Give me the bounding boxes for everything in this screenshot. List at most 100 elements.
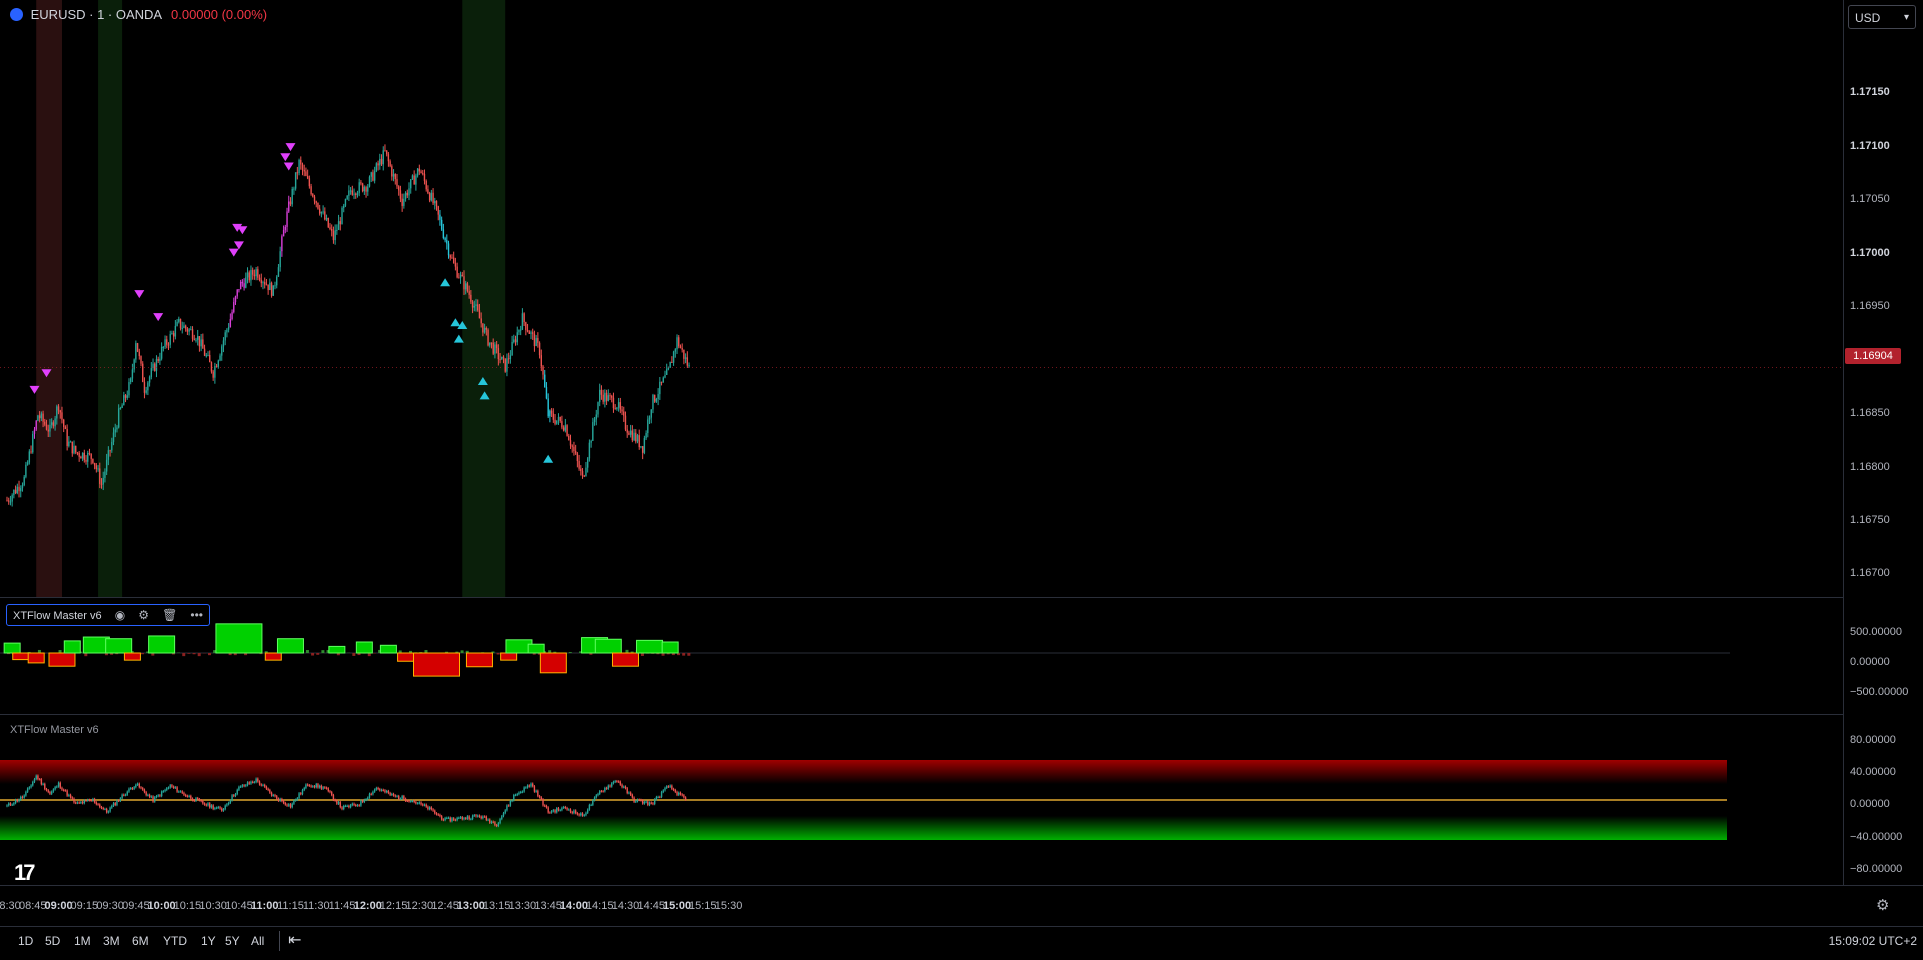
candle-body: [63, 420, 64, 427]
candle-body: [149, 377, 150, 383]
range-button-1y[interactable]: 1Y: [201, 934, 216, 948]
oscillator-bar: [319, 786, 320, 788]
oscillator-bar: [66, 791, 67, 796]
candle-body: [462, 275, 463, 276]
oscillator-bar: [669, 786, 670, 787]
candle-body: [683, 350, 684, 359]
candle-body: [544, 375, 545, 387]
range-button-6m[interactable]: 6M: [132, 934, 149, 948]
range-button-3m[interactable]: 3M: [103, 934, 120, 948]
oscillator-bar: [221, 808, 222, 810]
oscillator-bar: [448, 818, 449, 819]
oscillator-bar: [513, 795, 514, 800]
oscillator-bar: [458, 818, 459, 819]
candle-body: [360, 182, 361, 183]
trash-icon[interactable]: 🗑: [162, 607, 177, 623]
histogram-bar: [106, 639, 132, 653]
histogram-bar: [311, 653, 314, 656]
oscillator-bar: [549, 813, 550, 814]
oscillator-bar: [450, 818, 451, 821]
oscillator-bar: [116, 800, 117, 805]
gear-icon[interactable]: ⚙: [1876, 896, 1889, 914]
candle-body: [312, 194, 313, 197]
candle-body: [393, 174, 394, 176]
oscillator-bar: [673, 789, 674, 790]
oscillator-bar: [218, 807, 219, 808]
oscillator-bar: [408, 801, 409, 802]
oscillator-bar: [515, 795, 516, 796]
range-button-all[interactable]: All: [251, 934, 264, 948]
oscillator-bar: [556, 808, 557, 812]
candle-body: [616, 408, 617, 409]
candle-body: [401, 199, 402, 206]
oscillator-bar: [80, 802, 81, 803]
candle-body: [444, 238, 445, 240]
candle-body: [343, 206, 344, 208]
oscillator-bar: [554, 810, 555, 812]
candle-body: [36, 421, 37, 430]
candle-body: [276, 277, 277, 286]
candle-body: [637, 435, 638, 441]
range-button-5y[interactable]: 5Y: [225, 934, 240, 948]
candle-body: [597, 402, 598, 414]
indicator1-legend[interactable]: XTFlow Master v6 ◉ ⚙ 🗑 •••: [6, 604, 210, 626]
oscillator-bar: [626, 788, 627, 793]
candle-body: [412, 175, 413, 179]
oscillator-bar: [491, 822, 492, 823]
price-scale[interactable]: [1843, 0, 1923, 885]
oscillator-bar: [314, 786, 315, 787]
eye-icon[interactable]: ◉: [115, 607, 125, 623]
candle-body: [295, 172, 296, 188]
range-button-1m[interactable]: 1M: [74, 934, 91, 948]
candle-body: [559, 417, 560, 421]
oscillator-bar: [468, 816, 469, 819]
candle-body: [599, 390, 600, 402]
oscillator-bar: [597, 794, 598, 795]
candle-body: [608, 395, 609, 401]
clock[interactable]: 15:09:02 UTC+2: [1829, 934, 1917, 948]
oscillator-bar: [243, 785, 244, 786]
oscillator-bar: [176, 787, 177, 791]
oscillator-bar: [467, 816, 468, 818]
oscillator-bar: [341, 807, 342, 809]
oscillator-bar: [149, 795, 150, 797]
range-button-5d[interactable]: 5D: [45, 934, 60, 948]
candle-body: [118, 409, 119, 428]
oscillator-pane[interactable]: [0, 715, 1843, 885]
symbol-legend[interactable]: EURUSD · 1 · OANDA 0.00000 (0.00%): [10, 7, 267, 22]
candle-body: [398, 186, 399, 190]
oscillator-bar: [585, 813, 586, 815]
candle-body: [383, 150, 384, 164]
candle-body: [645, 433, 646, 438]
indicator2-title[interactable]: XTFlow Master v6: [10, 724, 99, 736]
candle-body: [338, 221, 339, 230]
price-chart-pane[interactable]: [0, 0, 1843, 597]
histogram-bar: [13, 653, 29, 660]
tradingview-logo-icon[interactable]: 17: [14, 860, 32, 886]
oscillator-bar: [398, 796, 399, 799]
oscillator-bar: [326, 788, 327, 789]
candlestick-chart[interactable]: [0, 0, 1843, 597]
date-range-icon[interactable]: ⇤: [288, 930, 301, 950]
range-button-ytd[interactable]: YTD: [163, 934, 187, 948]
more-icon[interactable]: •••: [190, 607, 203, 623]
currency-selector[interactable]: USD ▾: [1848, 5, 1916, 29]
candle-body: [687, 357, 688, 365]
candle-body: [187, 329, 188, 332]
candle-body: [561, 421, 562, 427]
oscillator-bar: [269, 790, 270, 793]
candle-body: [23, 477, 24, 485]
candle-body: [202, 339, 203, 348]
candle-body: [60, 410, 61, 412]
oscillator-bar: [438, 814, 439, 815]
settings-icon[interactable]: ⚙: [138, 607, 149, 623]
flow-histogram-pane[interactable]: [0, 598, 1843, 714]
candle-body: [58, 406, 59, 410]
time-label: 11:15: [277, 900, 304, 912]
range-button-1d[interactable]: 1D: [18, 934, 33, 948]
oscillator-bar: [331, 792, 332, 795]
candle-body: [331, 229, 332, 231]
oscillator-bar: [364, 800, 365, 802]
oscillator-bar: [644, 802, 645, 803]
candle-body: [109, 450, 110, 451]
